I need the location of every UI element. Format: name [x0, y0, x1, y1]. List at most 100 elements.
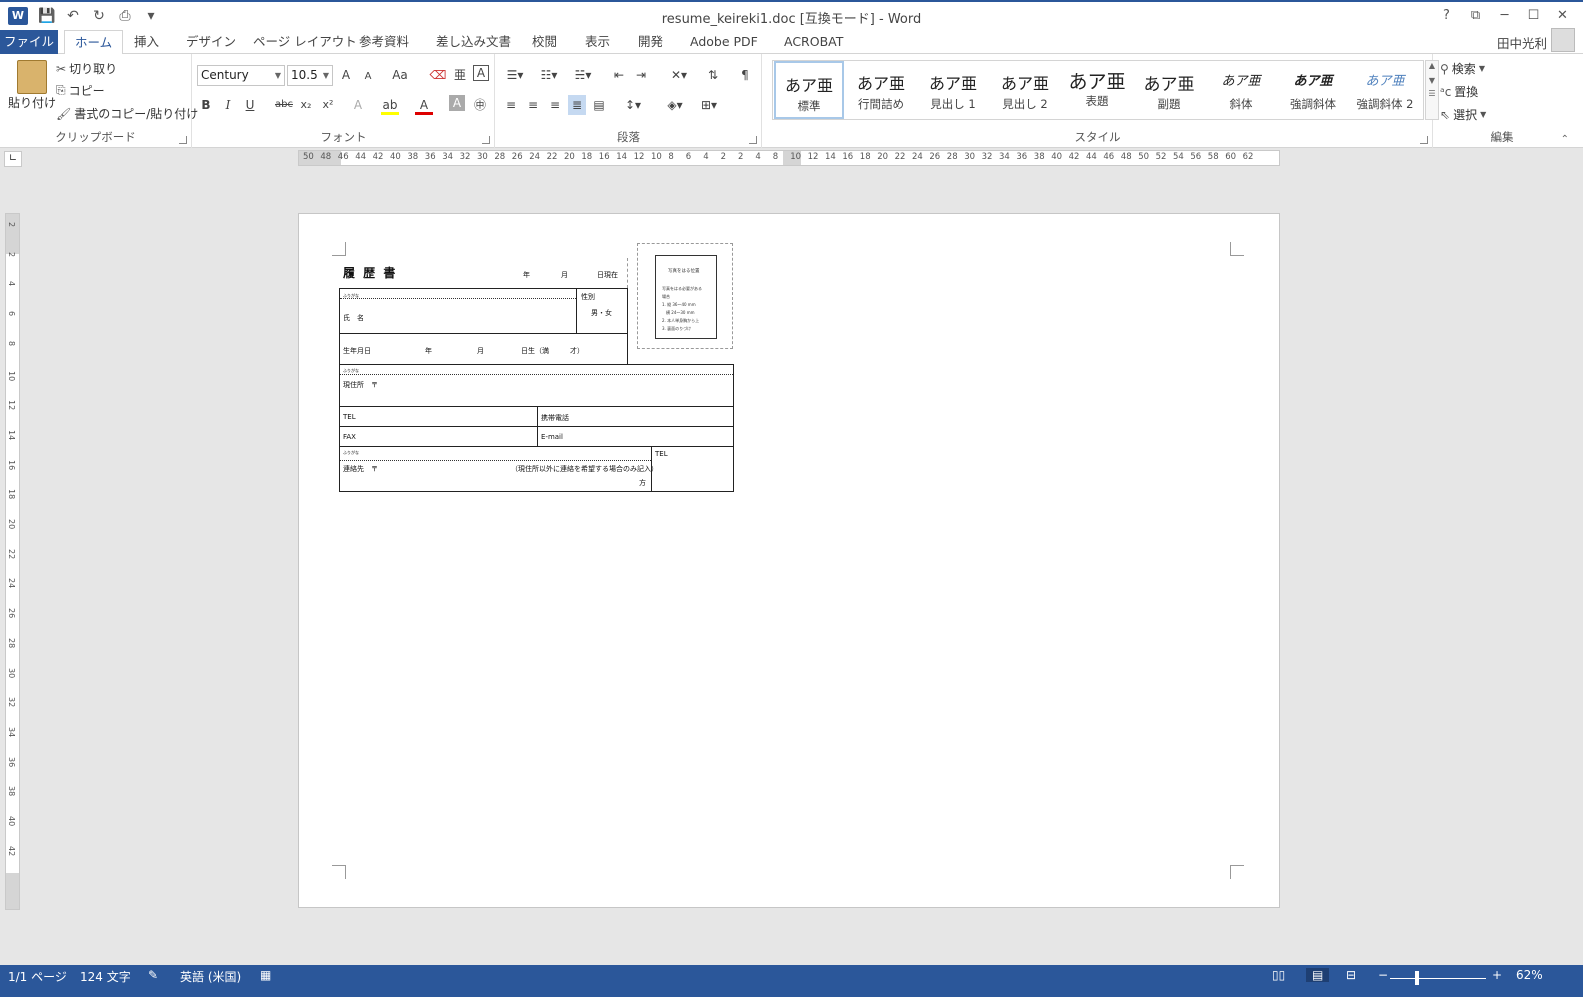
style-no-spacing[interactable]: あア亜 行間詰め	[846, 61, 916, 119]
help-button[interactable]: ?	[1432, 5, 1461, 27]
style-heading-1[interactable]: あア亜 見出し 1	[918, 61, 988, 119]
style-heading-2[interactable]: あア亜 見出し 2	[990, 61, 1060, 119]
multilevel-list-icon[interactable]: ☵▾	[570, 65, 596, 85]
character-shading-icon[interactable]: A	[449, 95, 465, 111]
user-name[interactable]: 田中光利	[1497, 33, 1547, 52]
align-center-icon[interactable]: ≡	[524, 95, 542, 115]
font-launcher-icon[interactable]	[482, 136, 490, 144]
style-subtitle[interactable]: あア亜 副題	[1134, 61, 1204, 119]
line-spacing-icon[interactable]: ↕▾	[620, 95, 646, 115]
vertical-ruler[interactable]: 2 2 4 6 8 10 12 14 16 18 20 22 24 26 28 30 32 34 36 38 40 42	[5, 213, 20, 910]
change-case-button[interactable]: Aa	[387, 65, 413, 85]
shrink-font-button[interactable]: A	[359, 67, 377, 87]
justify-icon[interactable]: ≣	[568, 95, 586, 115]
macro-icon[interactable]: ▦	[260, 968, 271, 982]
align-left-icon[interactable]: ≡	[502, 95, 520, 115]
select-button[interactable]: ⇖ 選択 ▼	[1440, 106, 1486, 123]
style-intense-emphasis[interactable]: あア亜 強調斜体 2	[1350, 61, 1420, 119]
paste-button[interactable]: 貼り付け	[8, 60, 56, 111]
zoom-slider-thumb[interactable]	[1415, 971, 1419, 985]
font-color-icon[interactable]: A	[415, 95, 433, 115]
style-normal[interactable]: あア亜 標準	[774, 61, 844, 119]
format-painter-button[interactable]: 🖌 書式のコピー/貼り付け	[56, 105, 198, 122]
clipboard-launcher-icon[interactable]	[179, 136, 187, 144]
tab-design[interactable]: デザイン	[176, 30, 246, 54]
clear-format-icon[interactable]: ⌫	[429, 65, 447, 85]
font-size-combo[interactable]: 10.5 ▼	[287, 65, 333, 86]
clipboard-group: 貼り付け ✂ 切り取り ⎘ コピー 🖌 書式のコピー/貼り付け クリップボード	[0, 54, 198, 148]
print-layout-icon[interactable]: ▤	[1306, 968, 1330, 982]
distributed-icon[interactable]: ▤	[590, 95, 608, 115]
grow-font-button[interactable]: A	[337, 65, 355, 85]
fax-cell[interactable]	[339, 426, 538, 447]
tab-adobe-pdf[interactable]: Adobe PDF	[680, 30, 768, 54]
bullets-icon[interactable]: ☰▾	[502, 65, 528, 85]
ruler-tick: 34	[7, 726, 16, 738]
decrease-indent-icon[interactable]: ⇤	[610, 65, 628, 85]
tab-mailings[interactable]: 差し込み文書	[426, 30, 521, 54]
name-cell[interactable]	[339, 288, 577, 334]
increase-indent-icon[interactable]: ⇥	[632, 65, 650, 85]
horizontal-ruler[interactable]: 50 48 46 44 42 40 38 36 34 32 30 28 26 24 22 20 18 16 14 12…	[298, 150, 1280, 166]
replace-button[interactable]: ᵃc 置換	[1440, 83, 1478, 100]
tab-view[interactable]: 表示	[575, 30, 620, 54]
ribbon-display-button[interactable]: ⧉	[1461, 5, 1490, 27]
italic-button[interactable]: I	[219, 95, 237, 115]
read-mode-icon[interactable]: ▯▯	[1272, 968, 1285, 982]
minimize-button[interactable]: ─	[1490, 5, 1519, 27]
proofing-icon[interactable]: ✎	[148, 968, 158, 982]
strikethrough-button[interactable]: abc	[273, 95, 295, 115]
cut-button[interactable]: ✂ 切り取り	[56, 60, 117, 77]
tab-review[interactable]: 校閲	[522, 30, 567, 54]
enclose-characters-icon[interactable]: ㊥	[471, 95, 489, 115]
zoom-out-button[interactable]: −	[1378, 968, 1388, 982]
subscript-button[interactable]: x₂	[297, 95, 315, 115]
show-formatting-icon[interactable]: ¶	[736, 65, 754, 85]
bold-button[interactable]: B	[197, 95, 215, 115]
highlight-icon[interactable]: ab	[381, 95, 399, 115]
zoom-slider[interactable]	[1390, 978, 1486, 979]
text-effects-icon[interactable]: A	[349, 95, 367, 115]
web-layout-icon[interactable]: ⊟	[1346, 968, 1356, 982]
avatar[interactable]	[1551, 28, 1575, 52]
copy-button[interactable]: ⎘ コピー	[56, 82, 105, 99]
shading-icon[interactable]: ◈▾	[662, 95, 688, 115]
borders-icon[interactable]: ⊞▾	[696, 95, 722, 115]
style-title[interactable]: あア亜 表題	[1062, 61, 1132, 119]
zoom-level[interactable]: 62%	[1516, 968, 1543, 982]
zoom-in-button[interactable]: +	[1492, 968, 1502, 982]
align-right-icon[interactable]: ≡	[546, 95, 564, 115]
language[interactable]: 英語 (米国)	[180, 968, 241, 985]
email-cell[interactable]	[537, 426, 734, 447]
ruler-tick: 52	[1155, 152, 1167, 162]
tab-references[interactable]: 参考資料	[349, 30, 419, 54]
asian-layout-icon[interactable]: ✕▾	[666, 65, 692, 85]
phonetic-guide-icon[interactable]: 亜	[451, 65, 469, 85]
tab-home[interactable]: ホーム	[64, 30, 124, 55]
word-count[interactable]: 124 文字	[80, 968, 131, 985]
style-emphasis[interactable]: あア亜 強調斜体	[1278, 61, 1348, 119]
styles-launcher-icon[interactable]	[1420, 136, 1428, 144]
tab-insert[interactable]: 挿入	[124, 30, 169, 54]
numbering-icon[interactable]: ☷▾	[536, 65, 562, 85]
tab-acrobat[interactable]: ACROBAT	[774, 30, 853, 54]
font-name-combo[interactable]: Century ▼	[197, 65, 285, 86]
address-cell[interactable]	[339, 364, 734, 407]
tab-file[interactable]: ファイル	[0, 30, 58, 54]
underline-button[interactable]: U	[241, 95, 259, 115]
tab-selector-icon[interactable]: ∟	[4, 151, 22, 167]
collapse-ribbon-icon[interactable]: ⌃	[1561, 134, 1569, 145]
photo-frame[interactable]: 写真をはる位置 写真をはる必要がある 場合 1. 縦 36～40 mm 横 24…	[637, 243, 733, 349]
ruler-tick: 46	[1103, 152, 1115, 162]
style-subtle-emphasis[interactable]: あア亜 斜体	[1206, 61, 1276, 119]
superscript-button[interactable]: x²	[319, 95, 337, 115]
maximize-button[interactable]: ☐	[1519, 5, 1548, 27]
paragraph-launcher-icon[interactable]	[749, 136, 757, 144]
character-border-icon[interactable]: A	[473, 65, 489, 81]
tel-cell[interactable]	[339, 406, 538, 427]
tab-developer[interactable]: 開発	[628, 30, 673, 54]
find-button[interactable]: ⚲ 検索 ▼	[1440, 60, 1485, 77]
page-count[interactable]: 1/1 ページ	[8, 968, 67, 985]
close-button[interactable]: ✕	[1548, 5, 1577, 27]
sort-icon[interactable]: ⇅	[704, 65, 722, 85]
